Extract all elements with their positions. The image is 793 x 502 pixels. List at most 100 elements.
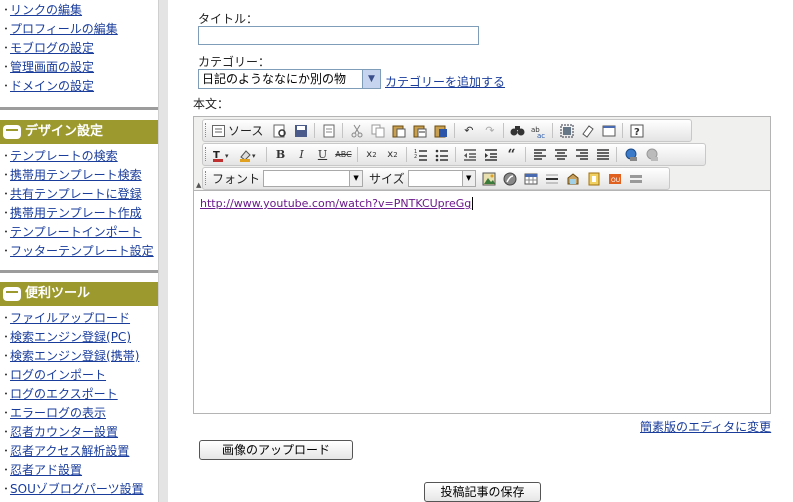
help-icon[interactable]: ?	[626, 121, 647, 140]
paste-text-icon[interactable]	[409, 121, 430, 140]
sidebar-item[interactable]: ･忍者アド設置	[3, 461, 158, 480]
preview-icon[interactable]	[269, 121, 290, 140]
sidebar-link-error-log[interactable]: エラーログの表示	[10, 406, 106, 420]
link-icon[interactable]	[620, 145, 641, 164]
chevron-down-icon[interactable]: ▼	[349, 171, 363, 186]
smiley-icon[interactable]	[563, 169, 584, 188]
sidebar-item[interactable]: ･検索エンジン登録(携帯)	[3, 347, 158, 366]
bulleted-list-icon[interactable]	[431, 145, 452, 164]
category-select[interactable]: 日記のようななにか別の物 ▼	[198, 69, 381, 89]
sidebar-item[interactable]: ･検索エンジン登録(PC)	[3, 328, 158, 347]
blockquote-icon[interactable]: “	[501, 145, 522, 164]
sidebar-item[interactable]: ･ログのエクスポート	[3, 385, 158, 404]
maximize-icon[interactable]	[598, 121, 619, 140]
sidebar-link-search-engine-mobile[interactable]: 検索エンジン登録(携帯)	[10, 349, 139, 363]
sidebar-item[interactable]: ･忍者アクセス解析設置	[3, 442, 158, 461]
find-icon[interactable]	[507, 121, 528, 140]
unlink-icon[interactable]	[641, 145, 662, 164]
indent-icon[interactable]	[480, 145, 501, 164]
align-center-icon[interactable]	[550, 145, 571, 164]
subscript-icon[interactable]: x2	[361, 145, 382, 164]
add-category-link[interactable]: カテゴリーを追加する	[385, 73, 505, 90]
sidebar-link-mobile-template-create[interactable]: 携帯用テンプレート作成	[10, 206, 142, 220]
sidebar-link-footer-template[interactable]: フッターテンプレート設定	[10, 244, 154, 258]
sidebar-link-log-export[interactable]: ログのエクスポート	[10, 387, 118, 401]
save-icon[interactable]	[290, 121, 311, 140]
special-char-icon[interactable]	[584, 169, 605, 188]
sidebar-item[interactable]: ･テンプレートインポート	[3, 223, 158, 242]
sidebar-link-log-import[interactable]: ログのインポート	[10, 368, 106, 382]
replace-icon[interactable]: ab ac	[528, 121, 549, 140]
align-justify-icon[interactable]	[592, 145, 613, 164]
sidebar-item[interactable]: ･ファイルアップロード	[3, 309, 158, 328]
sidebar-item[interactable]: ･SOUゾブログパーツ設置	[3, 480, 158, 499]
collapse-toolbar-icon[interactable]: ▲	[196, 181, 201, 189]
sidebar-item[interactable]: ･ドメインの設定	[3, 77, 158, 96]
sidebar-link-moblog[interactable]: モブログの設定	[10, 41, 94, 55]
simple-editor-link[interactable]: 簡素版のエディタに変更	[640, 418, 771, 435]
chevron-down-icon[interactable]: ▼	[461, 171, 475, 186]
sidebar-item[interactable]: ･携帯用テンプレート作成	[3, 204, 158, 223]
superscript-icon[interactable]: x2	[382, 145, 403, 164]
sidebar-item[interactable]: ･忍者カウンター設置	[3, 423, 158, 442]
source-button[interactable]: ソース	[209, 121, 269, 140]
sidebar-link-template-search[interactable]: テンプレートの検索	[10, 149, 118, 163]
sidebar-link-admin-settings[interactable]: 管理画面の設定	[10, 60, 94, 74]
sidebar-item[interactable]: ･管理画面の設定	[3, 58, 158, 77]
sidebar-item[interactable]: ･リンクの編集	[3, 1, 158, 20]
text-color-icon[interactable]: T ▾	[209, 145, 236, 164]
title-input[interactable]	[198, 26, 479, 45]
sidebar-item[interactable]: ･モブログの設定	[3, 39, 158, 58]
editor-content-link[interactable]: http://www.youtube.com/watch?v=PNTKCUpre…	[200, 197, 471, 210]
background-color-icon[interactable]: ▾	[236, 145, 263, 164]
eraser-icon[interactable]	[577, 121, 598, 140]
sidebar-link-mobile-template-search[interactable]: 携帯用テンプレート検索	[10, 168, 142, 182]
bold-icon[interactable]: B	[270, 145, 291, 164]
sidebar-link-domain[interactable]: ドメインの設定	[10, 79, 94, 93]
align-left-icon[interactable]	[529, 145, 550, 164]
pagebreak-icon[interactable]: OU	[605, 169, 626, 188]
sidebar-link-ninja-ad[interactable]: 忍者アド設置	[10, 463, 82, 477]
strikethrough-icon[interactable]: ABC	[333, 145, 354, 164]
sidebar-item[interactable]: ･共有テンプレートに登録	[3, 185, 158, 204]
paste-word-icon[interactable]	[430, 121, 451, 140]
font-combo[interactable]: ▼	[263, 170, 364, 187]
sidebar-item[interactable]: ･エラーログの表示	[3, 404, 158, 423]
select-all-icon[interactable]	[556, 121, 577, 140]
sidebar-item[interactable]: ･テンプレートの検索	[3, 147, 158, 166]
outdent-icon[interactable]	[459, 145, 480, 164]
table-icon[interactable]	[521, 169, 542, 188]
sidebar-item[interactable]: ･携帯用テンプレート検索	[3, 166, 158, 185]
chevron-down-icon[interactable]: ▼	[362, 70, 380, 88]
more-icon[interactable]	[626, 169, 647, 188]
copy-icon[interactable]	[367, 121, 388, 140]
sidebar-item[interactable]: ･ログのインポート	[3, 366, 158, 385]
undo-icon[interactable]: ↶	[458, 121, 479, 140]
cut-icon[interactable]	[346, 121, 367, 140]
align-right-icon[interactable]	[571, 145, 592, 164]
sidebar-link-profile-edit[interactable]: プロフィールの編集	[10, 22, 118, 36]
sidebar-link-ninja-counter[interactable]: 忍者カウンター設置	[10, 425, 118, 439]
horizontal-rule-icon[interactable]	[542, 169, 563, 188]
image-icon[interactable]	[479, 169, 500, 188]
upload-image-button[interactable]: 画像のアップロード	[199, 440, 353, 460]
sidebar-item[interactable]: ･フッターテンプレート設定	[3, 242, 158, 261]
flash-icon[interactable]	[500, 169, 521, 188]
paste-icon[interactable]	[388, 121, 409, 140]
save-post-button[interactable]: 投稿記事の保存	[424, 482, 541, 502]
editor-body[interactable]: http://www.youtube.com/watch?v=PNTKCUpre…	[194, 191, 770, 216]
sidebar-item[interactable]: ･プロフィールの編集	[3, 20, 158, 39]
sidebar-link-file-upload[interactable]: ファイルアップロード	[10, 311, 130, 325]
sidebar-link-search-engine-pc[interactable]: 検索エンジン登録(PC)	[10, 330, 131, 344]
template-icon[interactable]	[318, 121, 339, 140]
italic-icon[interactable]: I	[291, 145, 312, 164]
underline-icon[interactable]: U	[312, 145, 333, 164]
sidebar-link-shared-template[interactable]: 共有テンプレートに登録	[10, 187, 142, 201]
numbered-list-icon[interactable]: 12	[410, 145, 431, 164]
sidebar-link-ninja-analytics[interactable]: 忍者アクセス解析設置	[10, 444, 129, 458]
sidebar-link-link-edit[interactable]: リンクの編集	[10, 3, 82, 17]
size-combo[interactable]: ▼	[407, 170, 476, 187]
sidebar-link-template-import[interactable]: テンプレートインポート	[10, 225, 142, 239]
sidebar-link-blog-parts[interactable]: SOUゾブログパーツ設置	[10, 482, 144, 496]
redo-icon[interactable]: ↷	[479, 121, 500, 140]
